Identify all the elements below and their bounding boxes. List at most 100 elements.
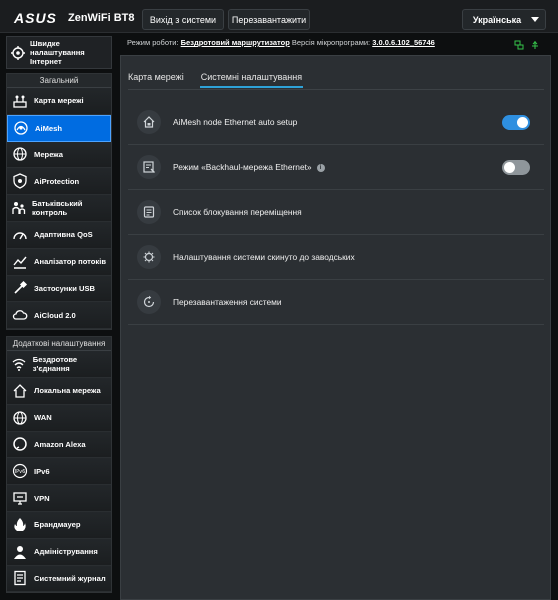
home-icon — [10, 381, 30, 401]
reboot-icon — [137, 290, 161, 314]
setting-row-system-reboot[interactable]: Перезавантаження системи — [128, 280, 544, 325]
aimesh-icon — [11, 118, 31, 138]
setting-row-roaming-block-list[interactable]: Список блокування переміщення — [128, 190, 544, 235]
status-icons — [514, 37, 540, 50]
sidebar-item-label: Бездротове з'єднання — [32, 355, 78, 374]
status-line: Режим роботи: Бездротовий маршрутизатор … — [127, 38, 435, 47]
sidebar-item-label: Адаптивна QoS — [34, 230, 93, 240]
main-panel: Карта мережі Системні налаштування AiMes… — [120, 55, 551, 600]
top-header: ASUS ZenWiFi BT8 Вихід з системи Перезав… — [0, 0, 558, 33]
tab-divider — [128, 89, 544, 90]
sidebar-item-parental-control[interactable]: Батьківський контроль — [7, 195, 111, 222]
admin-icon — [10, 542, 30, 562]
setting-label: Режим «Backhaul-мережа Ethernet» i — [173, 162, 325, 172]
globe-icon — [10, 408, 30, 428]
sidebar-item-network-map[interactable]: Карта мережі — [7, 88, 111, 115]
setting-row-ethernet-auto-setup[interactable]: AiMesh node Ethernet auto setup — [128, 100, 544, 145]
reset-gear-icon — [137, 245, 161, 269]
chevron-down-icon — [531, 17, 539, 22]
sidebar-item-system-log[interactable]: Системний журнал — [7, 565, 111, 593]
sidebar-item-aicloud[interactable]: AiCloud 2.0 — [7, 302, 111, 330]
quick-setup-button[interactable]: Швидке налаштування Інтернет — [6, 36, 112, 69]
sidebar-item-label: Системний журнал — [34, 573, 106, 583]
info-icon[interactable]: i — [316, 164, 325, 172]
general-group-title: Загальний — [7, 74, 111, 88]
sidebar-item-label: AiCloud 2.0 — [34, 310, 76, 320]
sidebar-item-label: Мережа — [34, 149, 64, 159]
svg-text:IPv6: IPv6 — [15, 469, 26, 475]
sidebar-item-adaptive-qos[interactable]: Адаптивна QoS — [7, 221, 111, 249]
sidebar-item-aiprotection[interactable]: AiProtection — [7, 168, 111, 196]
mode-value-link[interactable]: Бездротовий маршрутизатор — [181, 38, 290, 47]
speedometer-icon — [10, 225, 30, 245]
sidebar-item-traffic-analyzer[interactable]: Аналізатор потоків — [7, 248, 111, 276]
setting-label: Список блокування переміщення — [173, 207, 302, 217]
language-select[interactable]: Українська — [462, 9, 546, 30]
usb-icon — [10, 278, 30, 298]
cloud-icon — [10, 305, 30, 325]
ethernet-home-icon — [137, 110, 161, 134]
sidebar-item-lan[interactable]: Локальна мережа — [7, 377, 111, 405]
backhaul-icon — [137, 155, 161, 179]
wifi-icon — [10, 354, 29, 374]
sidebar-item-network[interactable]: Мережа — [7, 141, 111, 169]
setting-label: Перезавантаження системи — [173, 297, 282, 307]
list-icon — [137, 200, 161, 224]
tab-system-settings[interactable]: Системні налаштування — [199, 72, 304, 88]
toggle-knob — [504, 162, 515, 173]
network-map-icon — [10, 91, 30, 111]
sidebar-item-label: WAN — [34, 413, 52, 423]
reboot-button[interactable]: Перезавантажити — [228, 9, 310, 30]
tab-bar: Карта мережі Системні налаштування — [128, 72, 304, 88]
mode-label: Режим роботи: — [127, 38, 179, 47]
sidebar-item-wireless[interactable]: Бездротове з'єднання — [7, 351, 111, 378]
ethernet-backhaul-toggle[interactable] — [502, 160, 530, 175]
firmware-value-link[interactable]: 3.0.0.6.102_56746 — [372, 38, 435, 47]
setting-row-factory-reset[interactable]: Налаштування системи скинуто до заводськ… — [128, 235, 544, 280]
sidebar-item-label: VPN — [34, 493, 50, 503]
sidebar-item-label: AiProtection — [34, 176, 80, 186]
toggle-knob — [517, 117, 528, 128]
setting-row-ethernet-backhaul[interactable]: Режим «Backhaul-мережа Ethernet» i — [128, 145, 544, 190]
general-group: Загальний Карта мережі AiMesh Мережа AiP… — [6, 73, 112, 331]
advanced-group: Додаткові налаштування Бездротове з'єдна… — [6, 336, 112, 594]
setting-label: Налаштування системи скинуто до заводськ… — [173, 252, 355, 262]
parental-control-icon — [10, 198, 28, 218]
firewall-icon — [10, 515, 30, 535]
sidebar-item-label: IPv6 — [34, 466, 50, 476]
logout-button[interactable]: Вихід з системи — [142, 9, 224, 30]
ethernet-auto-setup-toggle[interactable] — [502, 115, 530, 130]
sidebar-item-alexa[interactable]: Amazon Alexa — [7, 431, 111, 459]
sidebar-item-usb-apps[interactable]: Застосунки USB — [7, 275, 111, 303]
setting-label-text: Режим «Backhaul-мережа Ethernet» — [173, 162, 312, 172]
ipv6-icon: IPv6 — [10, 461, 30, 481]
globe-icon — [10, 144, 30, 164]
sidebar-item-wan[interactable]: WAN — [7, 404, 111, 432]
wizard-icon — [10, 43, 26, 63]
sidebar: Швидке налаштування Інтернет Загальний К… — [6, 36, 112, 599]
sidebar-item-administration[interactable]: Адміністрування — [7, 538, 111, 566]
asus-logo: ASUS — [14, 10, 57, 26]
usb-status-icon[interactable] — [530, 37, 540, 49]
tab-network-map[interactable]: Карта мережі — [128, 72, 184, 88]
sidebar-item-label: Карта мережі — [34, 96, 84, 106]
traffic-analyzer-icon — [10, 252, 30, 272]
sidebar-item-label: Адміністрування — [34, 547, 98, 557]
firmware-label: Версія мікропрограми: — [291, 38, 371, 47]
sidebar-item-label: Amazon Alexa — [34, 439, 86, 449]
sidebar-item-firewall[interactable]: Брандмауер — [7, 511, 111, 539]
shield-icon — [10, 171, 30, 191]
sidebar-item-label: Застосунки USB — [34, 283, 96, 293]
sidebar-item-ipv6[interactable]: IPv6 IPv6 — [7, 458, 111, 486]
alexa-icon — [10, 434, 30, 454]
vpn-icon — [10, 488, 30, 508]
setting-label: AiMesh node Ethernet auto setup — [173, 117, 298, 127]
network-status-icon[interactable] — [514, 37, 524, 50]
sidebar-item-aimesh[interactable]: AiMesh — [7, 114, 111, 142]
log-icon — [10, 568, 30, 588]
sidebar-item-vpn[interactable]: VPN — [7, 485, 111, 512]
sidebar-item-label: Аналізатор потоків — [34, 257, 107, 267]
settings-list: AiMesh node Ethernet auto setup Режим «B… — [128, 100, 544, 325]
sidebar-item-label: Батьківський контроль — [31, 199, 83, 218]
language-value: Українська — [472, 14, 522, 25]
